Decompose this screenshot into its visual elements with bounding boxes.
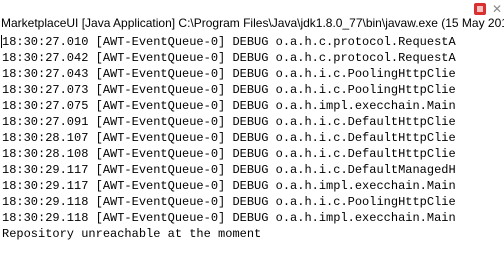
console-line: 18:30:27.010 [AWT-EventQueue-0] DEBUG o.… — [2, 35, 456, 49]
console-output[interactable]: 18:30:27.010 [AWT-EventQueue-0] DEBUG o.… — [0, 34, 504, 272]
console-line: 18:30:27.042 [AWT-EventQueue-0] DEBUG o.… — [2, 51, 456, 65]
console-line: 18:30:29.118 [AWT-EventQueue-0] DEBUG o.… — [2, 195, 456, 209]
console-line: 18:30:27.075 [AWT-EventQueue-0] DEBUG o.… — [2, 99, 456, 113]
console-line: 18:30:27.091 [AWT-EventQueue-0] DEBUG o.… — [2, 115, 456, 129]
text-caret — [1, 35, 2, 48]
console-line: 18:30:29.117 [AWT-EventQueue-0] DEBUG o.… — [2, 179, 456, 193]
terminate-icon[interactable] — [474, 3, 486, 15]
console-line: 18:30:28.107 [AWT-EventQueue-0] DEBUG o.… — [2, 131, 456, 145]
console-line: 18:30:27.043 [AWT-EventQueue-0] DEBUG o.… — [2, 67, 456, 81]
console-line: 18:30:27.073 [AWT-EventQueue-0] DEBUG o.… — [2, 83, 456, 97]
console-line: 18:30:29.117 [AWT-EventQueue-0] DEBUG o.… — [2, 163, 456, 177]
console-title-bar: MarketplaceUI [Java Application] C:\Prog… — [0, 0, 504, 30]
console-toolbar: ✕ — [474, 2, 504, 16]
console-line: 18:30:28.108 [AWT-EventQueue-0] DEBUG o.… — [2, 147, 456, 161]
console-title: MarketplaceUI [Java Application] C:\Prog… — [1, 16, 504, 30]
console-line: 18:30:29.118 [AWT-EventQueue-0] DEBUG o.… — [2, 211, 456, 225]
console-line: Repository unreachable at the moment — [2, 227, 262, 241]
remove-launch-icon[interactable]: ✕ — [490, 2, 504, 16]
